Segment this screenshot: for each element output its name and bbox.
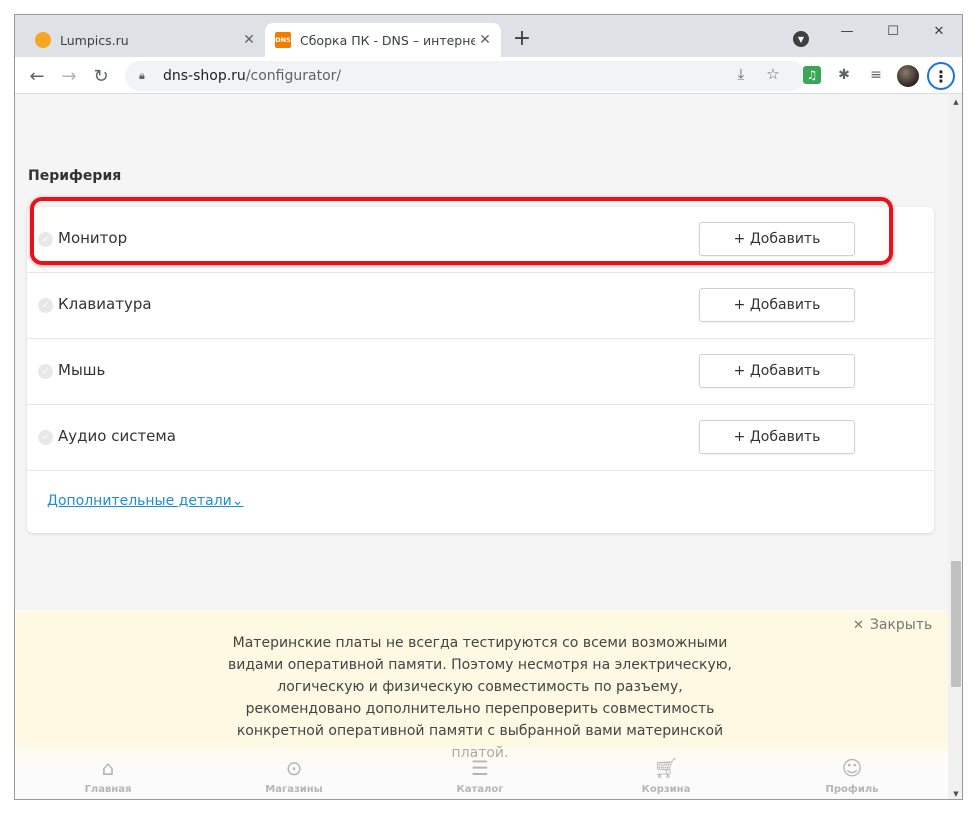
reload-icon[interactable]: ↻ [89,64,113,88]
nav-label: Магазины [265,784,323,795]
forward-icon[interactable]: → [57,64,81,88]
component-label: Аудио система [58,427,176,445]
section-title: Периферия [28,168,122,184]
vertical-scrollbar[interactable]: ▲ ▼ [948,95,962,799]
component-row-keyboard: ✓ Клавиатура + Добавить [27,273,934,339]
close-window-button[interactable]: ✕ [917,19,961,43]
maximize-button[interactable]: ☐ [871,19,915,43]
profile-icon: ☺ [841,756,863,780]
chrome-menu-icon[interactable]: ⋮ [927,62,955,90]
catalog-search-icon: ☰ [471,756,489,780]
browser-toolbar: ← → ↻ 🔒︎ dns-shop.ru/configurator/ ⤓ ☆ ♫… [15,57,962,94]
highlight-annotation [30,197,893,265]
nav-cart[interactable]: 🛒︎ Корзина [606,755,726,795]
map-pin-icon: ⊙ [285,756,303,780]
tab-close-icon[interactable]: ✕ [475,30,495,50]
nav-label: Корзина [641,784,691,795]
add-mouse-button[interactable]: + Добавить [699,354,855,388]
check-circle-icon: ✓ [38,430,53,445]
lock-icon: 🔒︎ [139,69,145,82]
component-label: Клавиатура [58,295,152,313]
lumpics-favicon-icon [35,32,51,48]
tab-title: Lumpics.ru [60,32,129,48]
minimize-button[interactable]: — [825,19,869,43]
component-row-mouse: ✓ Мышь + Добавить [27,339,934,405]
add-keyboard-button[interactable]: + Добавить [699,288,855,322]
nav-stores[interactable]: ⊙ Магазины [234,755,354,795]
bottom-navigation: ⌂ Главная ⊙ Магазины ☰ Каталог 🛒︎ Корзин… [15,747,948,799]
profile-avatar[interactable] [897,65,919,87]
scroll-thumb[interactable] [951,561,961,687]
cart-icon: 🛒︎ [653,756,679,780]
component-label: Мышь [58,361,106,379]
back-icon[interactable]: ← [25,64,49,88]
address-bar[interactable]: 🔒︎ dns-shop.ru/configurator/ [125,61,805,91]
tab-search-icon[interactable]: ▼ [793,31,809,47]
check-circle-icon: ✓ [38,364,53,379]
tab-close-icon[interactable]: ✕ [239,30,259,50]
home-icon: ⌂ [101,756,115,780]
tab-lumpics[interactable]: Lumpics.ru ✕ [25,23,265,57]
more-details-link[interactable]: Дополнительные детали⌄ [47,493,243,509]
nav-catalog[interactable]: ☰ Каталог [420,755,540,795]
install-app-icon[interactable]: ⤓ [729,62,753,86]
extensions-puzzle-icon[interactable]: ✱ [833,64,855,86]
notice-close-label: Закрыть [869,617,933,633]
close-icon: ✕ [853,617,864,633]
nav-home[interactable]: ⌂ Главная [48,755,168,795]
chevron-down-icon: ⌄ [231,493,244,509]
browser-window: Lumpics.ru ✕ DNS Сборка ПК - DNS – интер… [14,14,963,800]
scroll-up-icon[interactable]: ▲ [948,95,962,109]
bookmark-star-icon[interactable]: ☆ [761,62,785,86]
url-path: /configurator/ [245,68,342,84]
music-extension-icon[interactable]: ♫ [803,66,821,84]
compatibility-notice: ✕ Закрыть Материнские платы не всегда те… [15,610,948,762]
tab-strip: Lumpics.ru ✕ DNS Сборка ПК - DNS – интер… [15,15,962,57]
media-queue-icon[interactable]: ≡ [865,64,887,86]
notice-close-button[interactable]: ✕ Закрыть [853,617,932,633]
nav-label: Главная [84,784,132,795]
new-tab-button[interactable]: + [511,28,533,51]
nav-label: Профиль [825,784,879,795]
check-circle-icon: ✓ [38,298,53,313]
component-row-audio: ✓ Аудио система + Добавить [27,405,934,471]
scroll-down-icon[interactable]: ▼ [948,787,962,799]
page-viewport: Периферия ✓ Монитор + Добавить ✓ Клавиат… [15,95,948,799]
add-audio-button[interactable]: + Добавить [699,420,855,454]
notice-text: Материнские платы не всегда тестируются … [227,635,733,761]
more-details-label: Дополнительные детали [47,493,232,509]
nav-label: Каталог [456,784,504,795]
url-host: dns-shop.ru [163,68,246,84]
nav-profile[interactable]: ☺ Профиль [792,755,912,795]
tab-title: Сборка ПК - DNS – интернет ма [300,32,475,48]
dns-favicon-icon: DNS [275,32,291,48]
tab-dns-configurator[interactable]: DNS Сборка ПК - DNS – интернет ма ✕ [265,23,501,57]
